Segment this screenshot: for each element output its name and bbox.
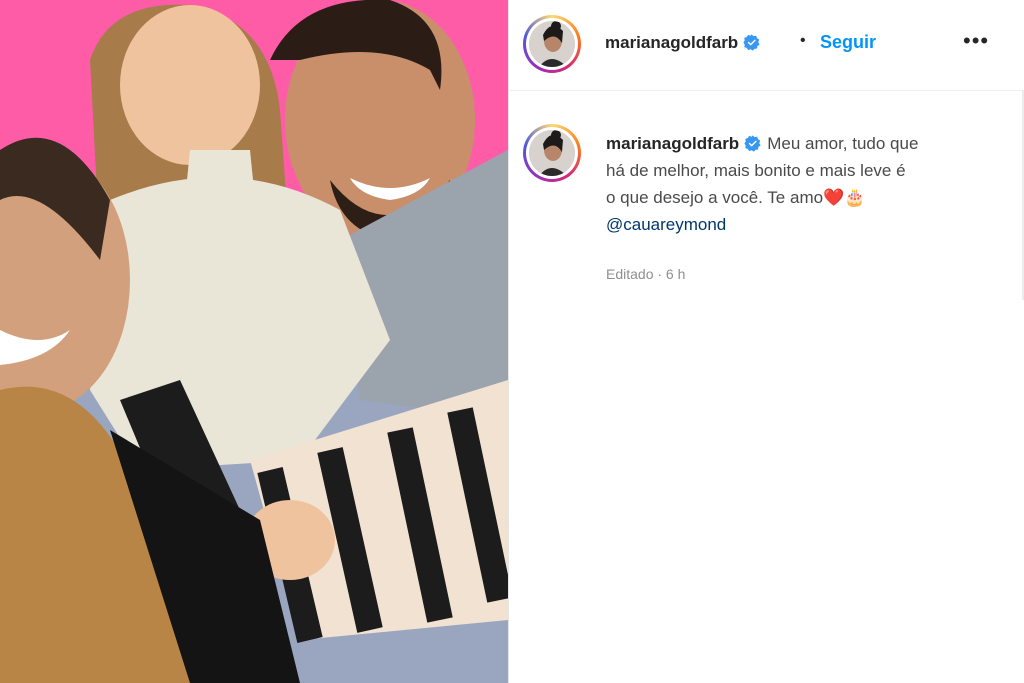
verified-badge-icon bbox=[744, 135, 761, 152]
photo-illustration bbox=[0, 0, 508, 683]
separator-dot: • bbox=[800, 32, 806, 49]
follow-button[interactable]: Seguir bbox=[820, 32, 876, 53]
caption-line-2: há de melhor, mais bonito e mais leve é bbox=[606, 161, 906, 180]
caption-line-1: Meu amor, tudo que bbox=[767, 134, 919, 153]
post-header: marianagoldfarb • Seguir ••• bbox=[509, 0, 1024, 91]
more-options-icon[interactable]: ••• bbox=[963, 28, 989, 54]
post-timestamp: Editado · 6 h bbox=[606, 266, 686, 282]
caption-line-3: o que desejo a você. Te amo bbox=[606, 188, 824, 207]
verified-badge-icon bbox=[743, 34, 760, 51]
mention-link[interactable]: @cauareymond bbox=[606, 215, 726, 234]
caption-text-block: marianagoldfarb Meu amor, tudo que há de … bbox=[606, 130, 1006, 238]
cake-emoji: 🎂 bbox=[844, 188, 866, 207]
author-avatar[interactable] bbox=[523, 15, 581, 73]
post-photo[interactable] bbox=[0, 0, 508, 683]
post-side-panel: marianagoldfarb • Seguir ••• marianagold… bbox=[509, 0, 1024, 683]
author-username[interactable]: marianagoldfarb bbox=[605, 33, 738, 52]
caption-username[interactable]: marianagoldfarb bbox=[606, 134, 739, 153]
author-username-row: marianagoldfarb bbox=[605, 33, 760, 53]
caption-author-avatar[interactable] bbox=[523, 124, 581, 182]
heart-emoji: ❤️ bbox=[823, 188, 845, 207]
